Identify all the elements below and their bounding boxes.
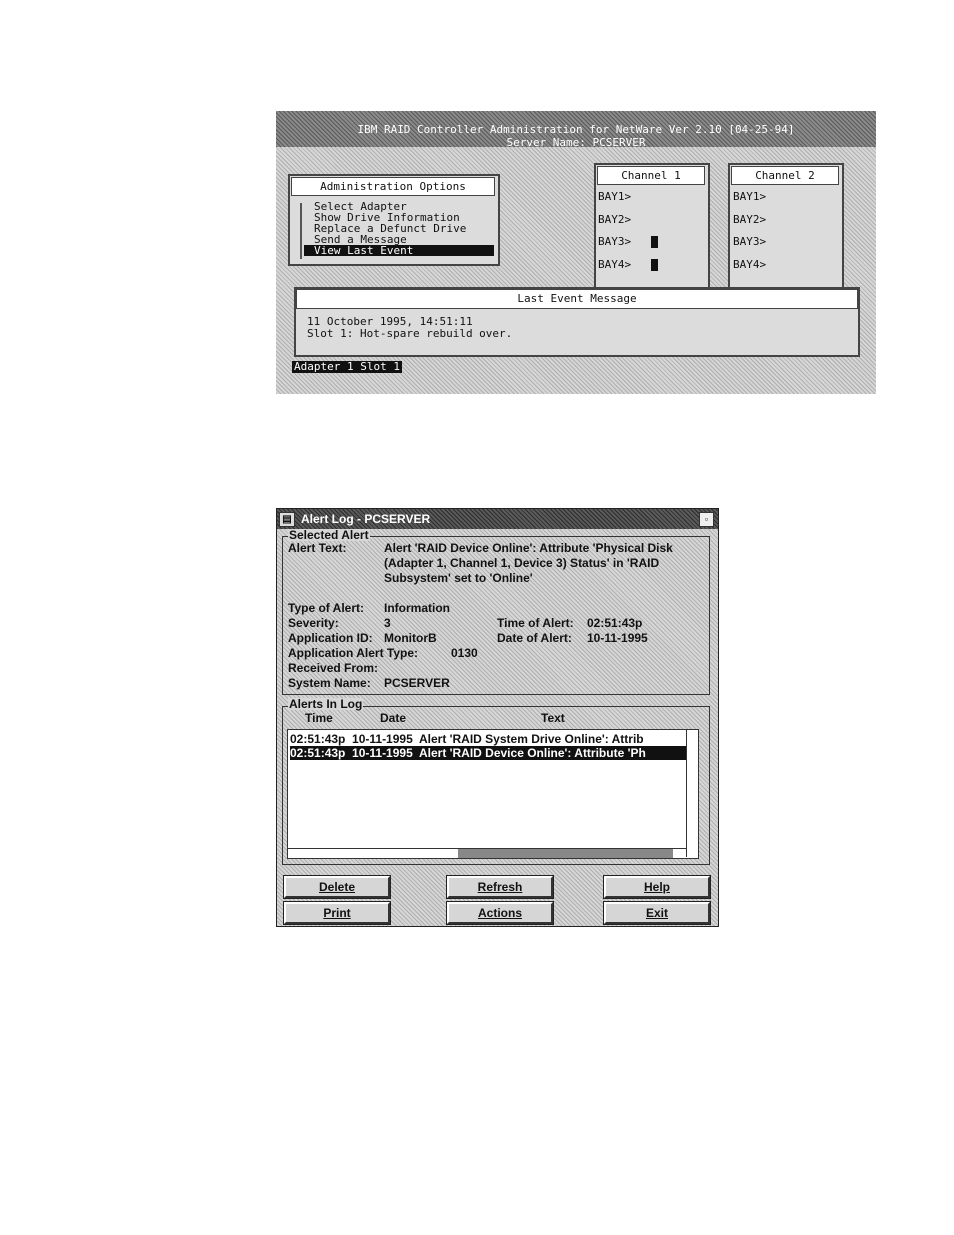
severity-label: Severity: [288, 616, 339, 630]
scroll-thumb[interactable] [458, 849, 673, 858]
admin-menu: Select Adapter Show Drive Information Re… [304, 201, 494, 256]
severity-value: 3 [384, 616, 391, 630]
console-header: IBM RAID Controller Administration for N… [276, 111, 876, 149]
server-name: Server Name: PCSERVER [506, 136, 646, 149]
alert-text-line-2: (Adapter 1, Channel 1, Device 3) Status'… [384, 556, 660, 570]
channel-1-bay-2: BAY2> [598, 213, 632, 226]
type-value: Information [384, 601, 450, 615]
title-bar[interactable]: ▤ Alert Log - PCSERVER ▫ [277, 509, 718, 529]
alert-text-line-3: Subsystem' set to 'Online' [384, 571, 533, 585]
column-header-time[interactable]: Time [305, 711, 333, 726]
minimize-icon[interactable]: ▫ [699, 512, 714, 527]
type-label: Type of Alert: [288, 601, 365, 615]
horizontal-scrollbar[interactable] [288, 848, 686, 858]
channel-2-title: Channel 2 [731, 166, 839, 185]
time-of-alert-label: Time of Alert: [497, 616, 574, 630]
window-title: Alert Log - PCSERVER [301, 512, 431, 526]
alerts-list[interactable]: 02:51:43p 10-11-1995 Alert 'RAID System … [287, 729, 699, 859]
system-menu-icon[interactable]: ▤ [279, 512, 295, 527]
drive-icon [651, 236, 658, 248]
column-header-date[interactable]: Date [380, 711, 406, 726]
drive-icon [651, 259, 658, 271]
help-button[interactable]: Help [604, 876, 710, 898]
system-name-label: System Name: [288, 676, 371, 690]
list-item[interactable]: 02:51:43p 10-11-1995 Alert 'RAID System … [290, 732, 644, 746]
channel-1-title: Channel 1 [597, 166, 705, 185]
column-header-text[interactable]: Text [541, 711, 565, 726]
vertical-scrollbar[interactable] [686, 730, 698, 857]
menu-item-view-last-event[interactable]: View Last Event [304, 245, 494, 256]
channel-1-bay-3: BAY3> [598, 235, 632, 248]
system-name-value: PCSERVER [384, 676, 450, 690]
print-button-label: Print [323, 906, 351, 920]
selected-alert-label: Selected Alert [288, 528, 370, 542]
channel-2-bay-1: BAY1> [733, 190, 767, 203]
application-alert-type-label: Application Alert Type: [288, 646, 419, 660]
raid-admin-console: IBM RAID Controller Administration for N… [276, 111, 876, 394]
channel-2-bay-4: BAY4> [733, 258, 767, 271]
console-title: IBM RAID Controller Administration for N… [357, 123, 795, 136]
refresh-button[interactable]: Refresh [447, 876, 553, 898]
time-of-alert-value: 02:51:43p [587, 616, 643, 630]
admin-options-title: Administration Options [291, 177, 495, 196]
alert-text-line-1: Alert 'RAID Device Online': Attribute 'P… [384, 541, 673, 555]
actions-button-label: Actions [477, 906, 522, 920]
date-of-alert-value: 10-11-1995 [587, 631, 648, 645]
alert-text-label: Alert Text: [288, 541, 347, 555]
exit-button[interactable]: Exit [604, 902, 710, 924]
channel-1-bay-1: BAY1> [598, 190, 632, 203]
application-id-label: Application ID: [288, 631, 373, 645]
application-alert-type-value: 0130 [451, 646, 478, 660]
list-item-selected[interactable]: 02:51:43p 10-11-1995 Alert 'RAID Device … [290, 746, 686, 760]
delete-button[interactable]: Delete [284, 876, 390, 898]
alert-log-window: ▤ Alert Log - PCSERVER ▫ Selected Alert … [276, 508, 719, 927]
application-id-value: MonitorB [384, 631, 437, 645]
status-bar: Adapter 1 Slot 1 [292, 360, 402, 373]
refresh-button-label: Refresh [477, 880, 523, 894]
last-event-message: 11 October 1995, 14:51:11 Slot 1: Hot-spa… [307, 316, 512, 340]
channel-2-bay-3: BAY3> [733, 235, 767, 248]
print-button[interactable]: Print [284, 902, 390, 924]
menu-scrollbar [300, 203, 302, 259]
exit-button-label: Exit [645, 906, 668, 920]
last-event-title: Last Event Message [296, 289, 858, 309]
channel-2-bay-2: BAY2> [733, 213, 767, 226]
received-from-label: Received From: [288, 661, 379, 675]
delete-button-label: Delete [318, 880, 356, 894]
actions-button[interactable]: Actions [447, 902, 553, 924]
alerts-in-log-label: Alerts In Log [288, 697, 364, 711]
help-button-label: Help [643, 880, 670, 894]
date-of-alert-label: Date of Alert: [497, 631, 572, 645]
channel-1-bay-4: BAY4> [598, 258, 632, 271]
event-description: Slot 1: Hot-spare rebuild over. [307, 327, 513, 340]
